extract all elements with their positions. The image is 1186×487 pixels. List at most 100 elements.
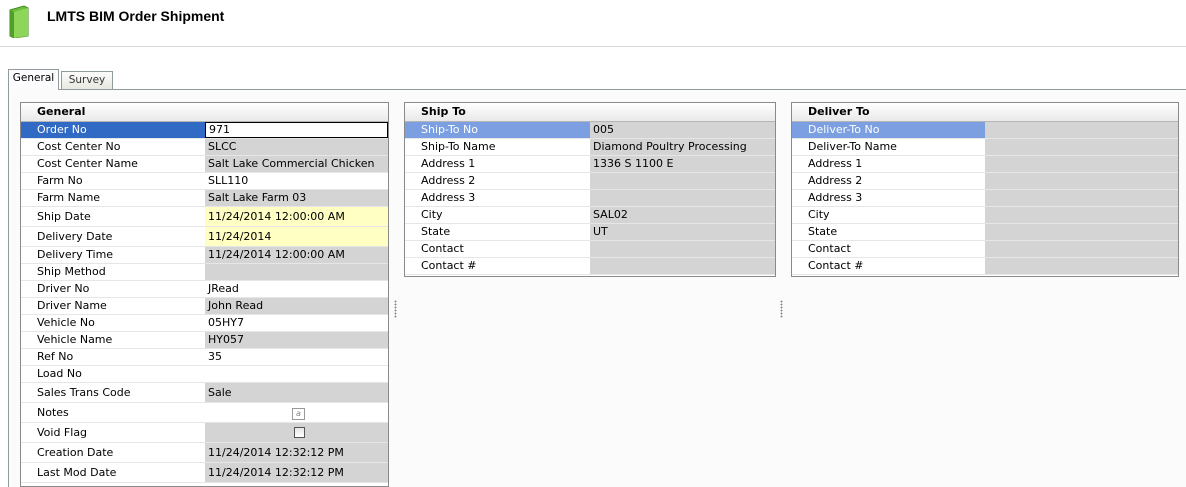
void-flag-checkbox[interactable] <box>294 427 305 438</box>
property-row-delivery-time[interactable]: Delivery Time 11/24/2014 12:00:00 AM <box>21 247 388 264</box>
property-label: Address 1 <box>421 157 476 170</box>
property-row-notes[interactable]: Notes a <box>21 403 388 423</box>
deliver-to-panel: Deliver To Deliver-To No Deliver-To Name… <box>791 102 1179 277</box>
property-value <box>985 241 1178 257</box>
property-row-driver-no[interactable]: Driver No JRead <box>21 281 388 298</box>
property-value[interactable]: 11/24/2014 12:00:00 AM <box>205 207 388 226</box>
property-value[interactable]: 11/24/2014 <box>205 227 388 246</box>
property-label: Delivery Time <box>37 248 114 261</box>
property-row-contact[interactable]: Contact <box>792 241 1178 258</box>
property-value: John Read <box>205 298 388 314</box>
property-value[interactable]: JRead <box>205 281 388 297</box>
property-label: Ship Date <box>37 210 91 223</box>
property-row-state[interactable]: State UT <box>405 224 775 241</box>
property-row-cost-center-name[interactable]: Cost Center Name Salt Lake Commercial Ch… <box>21 156 388 173</box>
property-row-state[interactable]: State <box>792 224 1178 241</box>
property-row-contact-number[interactable]: Contact # <box>405 258 775 275</box>
property-value: 11/24/2014 12:32:12 PM <box>205 463 388 482</box>
property-row-address-3[interactable]: Address 3 <box>405 190 775 207</box>
property-row-last-mod-date[interactable]: Last Mod Date 11/24/2014 12:32:12 PM <box>21 463 388 483</box>
property-row-address-1[interactable]: Address 1 1336 S 1100 E <box>405 156 775 173</box>
property-value <box>985 173 1178 189</box>
property-row-vehicle-name[interactable]: Vehicle Name HY057 <box>21 332 388 349</box>
ship-to-panel-header: Ship To <box>405 103 775 122</box>
property-row-ship-to-no[interactable]: Ship-To No 005 <box>405 122 775 139</box>
property-row-ship-method[interactable]: Ship Method <box>21 264 388 281</box>
property-row-vehicle-no[interactable]: Vehicle No 05HY7 <box>21 315 388 332</box>
property-value: Diamond Poultry Processing <box>590 139 775 155</box>
property-label: Deliver-To Name <box>808 140 897 153</box>
property-label: Deliver-To No <box>792 122 985 138</box>
property-value <box>985 258 1178 274</box>
property-value: UT <box>590 224 775 240</box>
property-label: Order No <box>21 122 205 138</box>
property-label: Contact # <box>808 259 864 272</box>
property-value <box>985 156 1178 172</box>
property-row-address-3[interactable]: Address 3 <box>792 190 1178 207</box>
property-label: Load No <box>37 367 82 380</box>
property-label: Farm Name <box>37 191 101 204</box>
property-row-city[interactable]: City SAL02 <box>405 207 775 224</box>
property-row-load-no[interactable]: Load No <box>21 366 388 383</box>
property-label: Ref No <box>37 350 74 363</box>
property-label: Address 3 <box>421 191 476 204</box>
property-row-ship-date[interactable]: Ship Date 11/24/2014 12:00:00 AM <box>21 207 388 227</box>
property-label: Last Mod Date <box>37 466 117 479</box>
property-value[interactable]: 05HY7 <box>205 315 388 331</box>
tab-survey[interactable]: Survey <box>61 71 113 89</box>
notes-field[interactable]: a <box>205 403 388 422</box>
property-label: Creation Date <box>37 446 114 459</box>
tab-general[interactable]: General <box>8 69 59 90</box>
property-row-deliver-to-no[interactable]: Deliver-To No <box>792 122 1178 139</box>
void-flag-cell <box>205 423 388 442</box>
order-no-input[interactable]: 971 <box>205 122 388 138</box>
property-row-order-no[interactable]: Order No 971 <box>21 122 388 139</box>
property-row-ship-to-name[interactable]: Ship-To Name Diamond Poultry Processing <box>405 139 775 156</box>
property-row-sales-trans-code[interactable]: Sales Trans Code Sale <box>21 383 388 403</box>
page-title: LMTS BIM Order Shipment <box>47 8 225 24</box>
property-row-creation-date[interactable]: Creation Date 11/24/2014 12:32:12 PM <box>21 443 388 463</box>
deliver-to-panel-header: Deliver To <box>792 103 1178 122</box>
property-row-void-flag[interactable]: Void Flag <box>21 423 388 443</box>
property-row-address-2[interactable]: Address 2 <box>792 173 1178 190</box>
property-label: Address 2 <box>808 174 863 187</box>
property-value: SAL02 <box>590 207 775 223</box>
property-value: Sale <box>205 383 388 402</box>
property-row-driver-name[interactable]: Driver Name John Read <box>21 298 388 315</box>
property-label: Driver No <box>37 282 90 295</box>
property-label: Farm No <box>37 174 83 187</box>
property-label: Delivery Date <box>37 230 113 243</box>
property-label: Cost Center No <box>37 140 121 153</box>
property-value <box>590 173 775 189</box>
property-value <box>590 190 775 206</box>
property-label: City <box>421 208 443 221</box>
splitter-handle[interactable] <box>780 300 783 318</box>
property-label: Driver Name <box>37 299 107 312</box>
property-value: 005 <box>590 122 775 138</box>
property-row-city[interactable]: City <box>792 207 1178 224</box>
property-row-ref-no[interactable]: Ref No 35 <box>21 349 388 366</box>
property-value <box>205 264 388 280</box>
splitter-handle[interactable] <box>394 300 397 318</box>
property-label: Ship Method <box>37 265 106 278</box>
app-document-icon <box>9 5 29 38</box>
property-row-deliver-to-name[interactable]: Deliver-To Name <box>792 139 1178 156</box>
property-row-address-1[interactable]: Address 1 <box>792 156 1178 173</box>
property-value: 11/24/2014 12:00:00 AM <box>205 247 388 263</box>
property-value: Salt Lake Commercial Chicken <box>205 156 388 172</box>
property-row-delivery-date[interactable]: Delivery Date 11/24/2014 <box>21 227 388 247</box>
property-value: Salt Lake Farm 03 <box>205 190 388 206</box>
property-row-farm-name[interactable]: Farm Name Salt Lake Farm 03 <box>21 190 388 207</box>
property-row-contact[interactable]: Contact <box>405 241 775 258</box>
property-row-cost-center-no[interactable]: Cost Center No SLCC <box>21 139 388 156</box>
property-row-contact-number[interactable]: Contact # <box>792 258 1178 275</box>
property-value[interactable]: SLL110 <box>205 173 388 189</box>
property-label: Vehicle Name <box>37 333 113 346</box>
property-value[interactable] <box>205 366 388 382</box>
property-value[interactable]: 35 <box>205 349 388 365</box>
property-row-address-2[interactable]: Address 2 <box>405 173 775 190</box>
property-value <box>985 224 1178 240</box>
property-value <box>985 207 1178 223</box>
property-row-farm-no[interactable]: Farm No SLL110 <box>21 173 388 190</box>
memo-edit-icon[interactable]: a <box>292 408 305 420</box>
